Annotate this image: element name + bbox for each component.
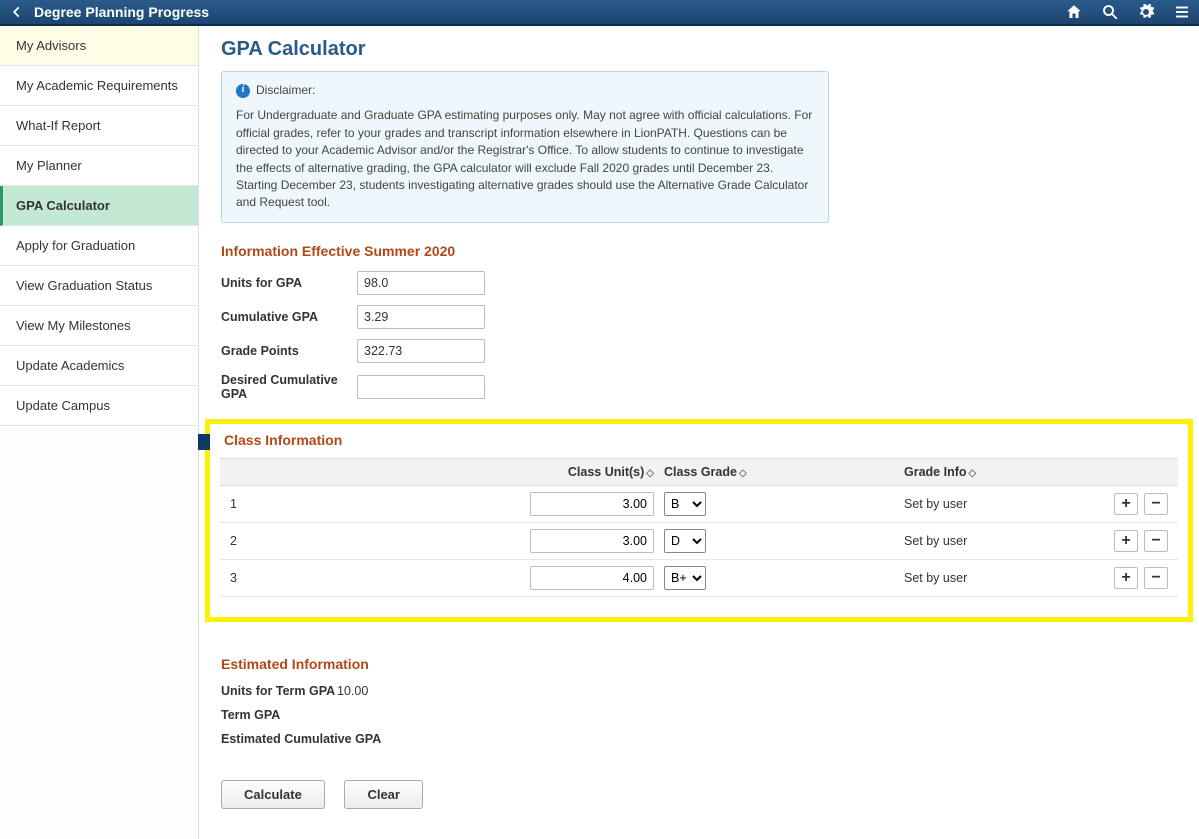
class-info-title: Class Information bbox=[224, 432, 1184, 448]
home-icon[interactable] bbox=[1065, 3, 1083, 21]
units-gpa-label: Units for GPA bbox=[221, 276, 357, 290]
cumulative-gpa-label: Cumulative GPA bbox=[221, 310, 357, 324]
grade-points-label: Grade Points bbox=[221, 344, 357, 358]
class-table-header: Class Unit(s)◇ Class Grade◇ Grade Info◇ bbox=[220, 458, 1178, 486]
class-units-input[interactable] bbox=[530, 492, 654, 516]
col-grade-header[interactable]: Class Grade bbox=[664, 465, 737, 479]
cumulative-gpa-input[interactable] bbox=[357, 305, 485, 329]
sidebar-item-my-advisors[interactable]: My Advisors bbox=[0, 26, 198, 66]
sidebar: My AdvisorsMy Academic RequirementsWhat-… bbox=[0, 26, 199, 839]
grade-info-text: Set by user bbox=[904, 497, 1088, 511]
gear-icon[interactable] bbox=[1137, 3, 1155, 21]
table-row: 3 AA-B+BB-C+CDF Set by user +− bbox=[220, 560, 1178, 597]
add-row-button[interactable]: + bbox=[1114, 567, 1138, 589]
add-row-button[interactable]: + bbox=[1114, 530, 1138, 552]
remove-row-button[interactable]: − bbox=[1144, 567, 1168, 589]
remove-row-button[interactable]: − bbox=[1144, 530, 1168, 552]
info-icon: i bbox=[236, 84, 250, 98]
sidebar-item-view-graduation-status[interactable]: View Graduation Status bbox=[0, 266, 198, 306]
class-grade-select[interactable]: AA-B+BB-C+CDF bbox=[664, 529, 706, 553]
table-row: 2 AA-B+BB-C+CDF Set by user +− bbox=[220, 523, 1178, 560]
page-title: GPA Calculator bbox=[221, 38, 1177, 61]
main-content: GPA Calculator i Disclaimer: For Undergr… bbox=[199, 26, 1199, 839]
grade-info-text: Set by user bbox=[904, 571, 1088, 585]
desired-gpa-input[interactable] bbox=[357, 375, 485, 399]
sidebar-item-update-campus[interactable]: Update Campus bbox=[0, 386, 198, 426]
class-units-input[interactable] bbox=[530, 529, 654, 553]
remove-row-button[interactable]: − bbox=[1144, 493, 1168, 515]
app-header: Degree Planning Progress bbox=[0, 0, 1199, 26]
sidebar-item-gpa-calculator[interactable]: GPA Calculator bbox=[0, 186, 198, 226]
clear-button[interactable]: Clear bbox=[344, 780, 423, 809]
add-row-button[interactable]: + bbox=[1114, 493, 1138, 515]
disclaimer-label: Disclaimer: bbox=[256, 82, 315, 99]
col-units-header[interactable]: Class Unit(s) bbox=[568, 465, 644, 479]
back-icon[interactable] bbox=[8, 3, 26, 21]
row-number: 1 bbox=[230, 497, 530, 511]
disclaimer-box: i Disclaimer: For Undergraduate and Grad… bbox=[221, 71, 829, 223]
header-title: Degree Planning Progress bbox=[34, 4, 209, 20]
est-cum-label: Estimated Cumulative GPA bbox=[221, 732, 381, 746]
units-term-label: Units for Term GPA bbox=[221, 684, 337, 698]
col-info-header[interactable]: Grade Info bbox=[904, 465, 967, 479]
sidebar-item-my-academic-requirements[interactable]: My Academic Requirements bbox=[0, 66, 198, 106]
calculate-button[interactable]: Calculate bbox=[221, 780, 325, 809]
menu-icon[interactable] bbox=[1173, 3, 1191, 21]
disclaimer-text: For Undergraduate and Graduate GPA estim… bbox=[236, 107, 814, 211]
sidebar-item-view-my-milestones[interactable]: View My Milestones bbox=[0, 306, 198, 346]
grade-points-input[interactable] bbox=[357, 339, 485, 363]
sidebar-item-what-if-report[interactable]: What-If Report bbox=[0, 106, 198, 146]
row-number: 2 bbox=[230, 534, 530, 548]
table-row: 1 AA-B+BB-C+CDF Set by user +− bbox=[220, 486, 1178, 523]
class-grade-select[interactable]: AA-B+BB-C+CDF bbox=[664, 566, 706, 590]
grade-info-text: Set by user bbox=[904, 534, 1088, 548]
search-icon[interactable] bbox=[1101, 3, 1119, 21]
desired-gpa-label: Desired Cumulative GPA bbox=[221, 373, 357, 401]
class-grade-select[interactable]: AA-B+BB-C+CDF bbox=[664, 492, 706, 516]
row-number: 3 bbox=[230, 571, 530, 585]
term-gpa-label: Term GPA bbox=[221, 708, 337, 722]
estimated-title: Estimated Information bbox=[221, 656, 1177, 672]
class-units-input[interactable] bbox=[530, 566, 654, 590]
sidebar-item-my-planner[interactable]: My Planner bbox=[0, 146, 198, 186]
class-info-highlight: Class Information Class Unit(s)◇ Class G… bbox=[205, 419, 1193, 622]
units-term-value: 10.00 bbox=[337, 684, 368, 698]
sidebar-item-apply-for-graduation[interactable]: Apply for Graduation bbox=[0, 226, 198, 266]
sidebar-item-update-academics[interactable]: Update Academics bbox=[0, 346, 198, 386]
units-gpa-input[interactable] bbox=[357, 271, 485, 295]
info-section-title: Information Effective Summer 2020 bbox=[221, 243, 1177, 259]
